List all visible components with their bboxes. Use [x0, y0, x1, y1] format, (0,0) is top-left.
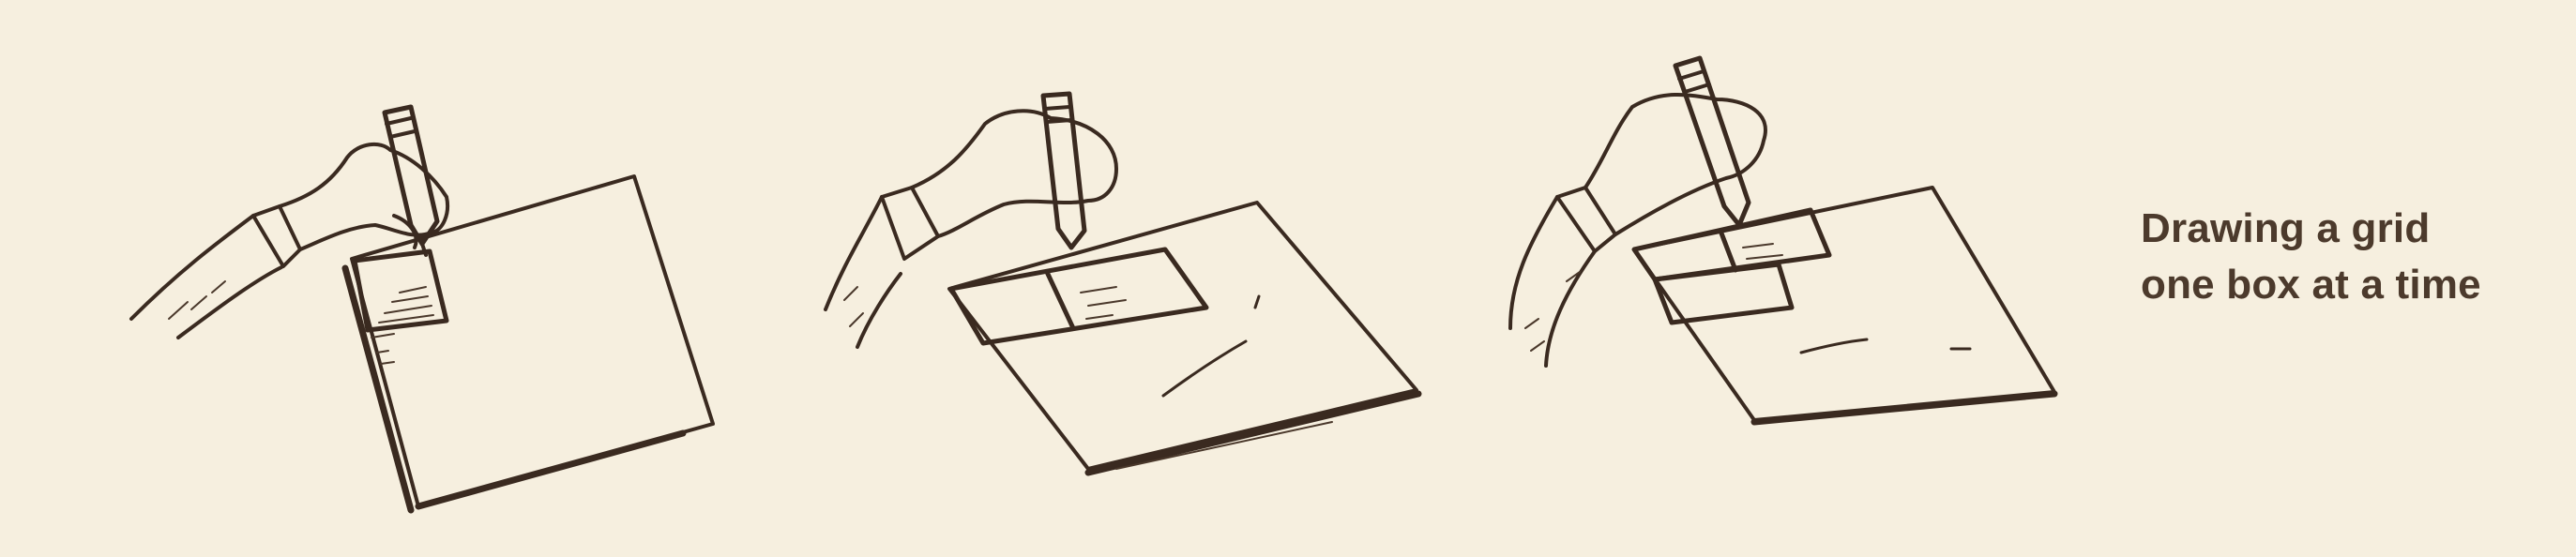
- sketch-step-3: [1508, 55, 2058, 426]
- caption-line-2: one box at a time: [2141, 262, 2481, 308]
- hand-drawing-third-box-icon: [1508, 55, 2058, 426]
- hand-drawing-second-box-icon: [824, 91, 1422, 476]
- sketch-step-1: [129, 104, 715, 514]
- caption: Drawing a grid one box at a time: [2141, 201, 2535, 313]
- caption-line-1: Drawing a grid: [2141, 205, 2431, 251]
- sketch-step-2: [824, 91, 1422, 476]
- illustration-canvas: Drawing a grid one box at a time: [0, 0, 2576, 557]
- hand-drawing-first-box-icon: [129, 104, 715, 514]
